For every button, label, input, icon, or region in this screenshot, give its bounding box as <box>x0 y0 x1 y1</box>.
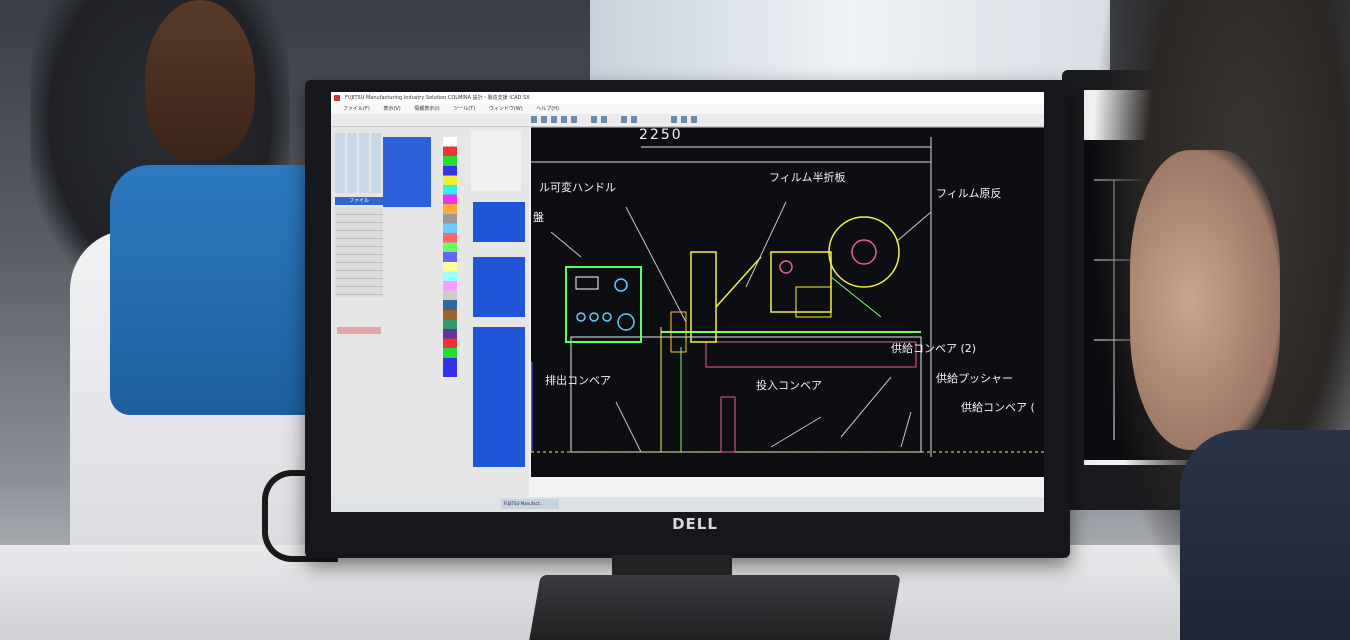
property-settings[interactable] <box>471 131 521 191</box>
drawing-tool-palette[interactable] <box>335 133 383 193</box>
toolbar-tool-icon[interactable] <box>551 116 557 123</box>
file-section-label: ファイル <box>335 197 383 205</box>
dimension-label: 2250 <box>639 127 683 143</box>
toolbar-tool-icon[interactable] <box>531 116 537 123</box>
app-icon <box>334 95 340 101</box>
label-input-conveyor: 投入コンベア <box>756 379 822 392</box>
toolbar-tool-icon[interactable] <box>561 116 567 123</box>
monitor-stand-base <box>529 575 901 640</box>
app-titlebar: FUJITSU Manufacturing Industry Solution … <box>331 92 1044 104</box>
line-type-list[interactable] <box>473 257 525 317</box>
menu-help[interactable]: ヘルプ(H) <box>536 104 559 114</box>
cancel-button[interactable] <box>337 327 381 334</box>
toolbar-tool-icon[interactable] <box>601 116 607 123</box>
color-palette[interactable] <box>443 137 457 377</box>
cad-drawing-area[interactable]: 2250 ル可変ハンドル 盤 フィルム半折板 フィルム原反 供給コンベア (2)… <box>531 127 1044 477</box>
label-supply-pusher: 供給プッシャー <box>936 372 1013 385</box>
app-title: FUJITSU Manufacturing Industry Solution … <box>345 95 530 101</box>
toolbar-tool-icon[interactable] <box>591 116 597 123</box>
menu-bar: ファイル(F) 表示(V) 情報表示(I) ツール(T) ウィンドウ(W) ヘル… <box>331 104 1044 114</box>
label-discharge-conveyor: 排出コンベア <box>545 374 611 387</box>
background-person-hair <box>145 0 255 160</box>
toolbar-tool-icon[interactable] <box>681 116 687 123</box>
menu-view[interactable]: 表示(V) <box>383 104 400 114</box>
toolbar-tool-icon[interactable] <box>691 116 697 123</box>
command-button-list[interactable] <box>335 207 383 297</box>
label-panel: 盤 <box>533 211 544 224</box>
taskbar-app-item[interactable]: FUJITSU Manufact... <box>501 499 559 509</box>
menu-window[interactable]: ウィンドウ(W) <box>489 104 523 114</box>
layer-list[interactable] <box>383 137 431 207</box>
menu-tools[interactable]: ツール(T) <box>453 104 475 114</box>
label-supply-conveyor: 供給コンベア ( <box>961 401 1035 414</box>
taskbar: FUJITSU Manufact... <box>331 497 1044 512</box>
line-style-list[interactable] <box>473 202 525 242</box>
foreground-person-face <box>1130 150 1280 450</box>
toolbar <box>331 114 1044 127</box>
cad-screen: FUJITSU Manufacturing Industry Solution … <box>331 92 1044 512</box>
label-film-half-fold: フィルム半折板 <box>769 171 846 184</box>
toolbar-tool-icon[interactable] <box>621 116 627 123</box>
foreground-person-shoulder <box>1180 430 1350 640</box>
toolbar-tool-icon[interactable] <box>571 116 577 123</box>
command-list[interactable] <box>473 327 525 467</box>
menu-info[interactable]: 情報表示(I) <box>414 104 439 114</box>
label-supply-conveyor-2: 供給コンベア (2) <box>891 342 977 355</box>
toolbar-tool-icon[interactable] <box>541 116 547 123</box>
menu-file[interactable]: ファイル(F) <box>343 104 370 114</box>
toolbar-tool-icon[interactable] <box>671 116 677 123</box>
label-film-roll: フィルム原反 <box>936 187 1002 200</box>
dell-logo: DELL <box>672 515 718 533</box>
main-monitor: FUJITSU Manufacturing Industry Solution … <box>305 80 1070 558</box>
left-tool-panel: ファイル <box>331 127 529 497</box>
toolbar-tool-icon[interactable] <box>631 116 637 123</box>
label-handle: ル可変ハンドル <box>539 181 616 194</box>
